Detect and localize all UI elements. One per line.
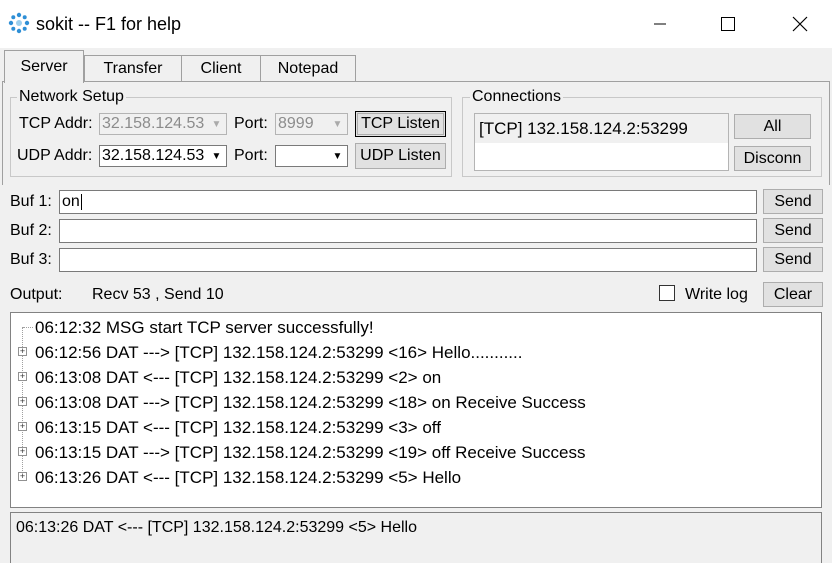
- buf2-label: Buf 2:: [10, 222, 52, 239]
- expand-icon[interactable]: +: [18, 447, 27, 456]
- tcp-addr-label: TCP Addr:: [19, 115, 93, 132]
- detail-box[interactable]: 06:13:26 DAT <--- [TCP] 132.158.124.2:53…: [10, 512, 822, 563]
- buf1-label: Buf 1:: [10, 193, 52, 210]
- tree-row[interactable]: 06:13:08 DAT <--- [TCP] 132.158.124.2:53…: [35, 365, 441, 390]
- buf3-send-button[interactable]: Send: [763, 247, 823, 272]
- connections-label: Connections: [470, 88, 563, 106]
- log-text: 06:13:15 DAT ---> [TCP] 132.158.124.2:53…: [35, 442, 586, 462]
- tcp-port-label: Port:: [234, 115, 268, 132]
- maximize-button[interactable]: [696, 0, 760, 48]
- all-button[interactable]: All: [734, 114, 811, 139]
- expand-icon[interactable]: +: [18, 372, 27, 381]
- tree-row[interactable]: 06:13:15 DAT ---> [TCP] 132.158.124.2:53…: [35, 440, 585, 465]
- expand-icon[interactable]: +: [18, 347, 27, 356]
- expand-icon[interactable]: +: [18, 472, 27, 481]
- log-text: 06:13:08 DAT <--- [TCP] 132.158.124.2:53…: [35, 367, 442, 387]
- close-icon: [792, 16, 808, 32]
- udp-addr-value: 32.158.124.53: [102, 147, 205, 164]
- disconn-button[interactable]: Disconn: [734, 146, 811, 171]
- tab-label: Transfer: [103, 60, 163, 77]
- buf1-send-button[interactable]: Send: [763, 189, 823, 214]
- tree-row[interactable]: 06:13:08 DAT ---> [TCP] 132.158.124.2:53…: [35, 390, 586, 415]
- tab-label: Server: [20, 58, 68, 75]
- buf3-input[interactable]: [59, 248, 757, 272]
- buf3-label: Buf 3:: [10, 251, 52, 268]
- tcp-port-value: 8999: [278, 115, 314, 132]
- tab-server[interactable]: Server: [4, 50, 84, 83]
- udp-port-label: Port:: [234, 147, 268, 164]
- tab-label: Notepad: [277, 60, 339, 77]
- buf2-input[interactable]: [59, 219, 757, 243]
- buf1-input[interactable]: on: [59, 190, 757, 214]
- tcp-port-combo[interactable]: 8999 ▼: [275, 113, 348, 135]
- tab-notepad[interactable]: Notepad: [260, 55, 356, 82]
- tab-label: Client: [200, 60, 242, 77]
- tcp-addr-combo[interactable]: 32.158.124.53 ▼: [99, 113, 227, 135]
- expand-icon[interactable]: +: [18, 397, 27, 406]
- write-log-label[interactable]: Write log: [685, 286, 748, 304]
- minimize-icon: [654, 23, 666, 25]
- tree-row[interactable]: 06:12:56 DAT ---> [TCP] 132.158.124.2:53…: [35, 340, 522, 365]
- log-text: 06:12:56 DAT ---> [TCP] 132.158.124.2:53…: [35, 342, 523, 362]
- detail-text: 06:13:26 DAT <--- [TCP] 132.158.124.2:53…: [16, 519, 417, 536]
- app-icon: [8, 12, 30, 34]
- log-text: 06:13:15 DAT <--- [TCP] 132.158.124.2:53…: [35, 417, 441, 437]
- udp-addr-combo[interactable]: 32.158.124.53 ▼: [99, 145, 227, 167]
- output-log-tree[interactable]: 06:12:32 MSG start TCP server successful…: [10, 312, 822, 508]
- write-log-checkbox[interactable]: [659, 285, 675, 301]
- log-text: 06:13:08 DAT ---> [TCP] 132.158.124.2:53…: [35, 392, 586, 412]
- tcp-listen-button[interactable]: TCP Listen: [355, 111, 446, 137]
- text-caret: [80, 194, 82, 210]
- list-item[interactable]: [TCP] 132.158.124.2:53299: [475, 114, 728, 143]
- clear-button[interactable]: Clear: [763, 282, 823, 307]
- chevron-down-icon[interactable]: ▼: [329, 115, 346, 133]
- output-label: Output:: [10, 286, 63, 303]
- network-setup-label: Network Setup: [17, 88, 126, 106]
- minimize-button[interactable]: [628, 0, 692, 48]
- output-stats: Recv 53 , Send 10: [92, 286, 224, 303]
- tree-row[interactable]: 06:13:15 DAT <--- [TCP] 132.158.124.2:53…: [35, 415, 441, 440]
- window-title: sokit -- F1 for help: [36, 14, 182, 34]
- log-text: 06:12:32 MSG start TCP server successful…: [35, 317, 374, 337]
- tree-row[interactable]: 06:13:26 DAT <--- [TCP] 132.158.124.2:53…: [35, 465, 461, 490]
- buf1-value: on: [62, 193, 80, 210]
- udp-listen-button[interactable]: UDP Listen: [355, 143, 446, 169]
- connections-list[interactable]: [TCP] 132.158.124.2:53299: [474, 113, 729, 171]
- log-text: 06:13:26 DAT <--- [TCP] 132.158.124.2:53…: [35, 467, 462, 487]
- udp-addr-label: UDP Addr:: [17, 147, 93, 164]
- close-button[interactable]: [768, 0, 832, 48]
- buf2-send-button[interactable]: Send: [763, 218, 823, 243]
- tree-row[interactable]: 06:12:32 MSG start TCP server successful…: [35, 315, 374, 340]
- maximize-icon: [721, 17, 735, 31]
- tree-connector-line: [23, 327, 33, 328]
- expand-icon[interactable]: +: [18, 422, 27, 431]
- udp-port-combo[interactable]: ▼: [275, 145, 348, 167]
- chevron-down-icon[interactable]: ▼: [208, 115, 225, 133]
- tcp-addr-value: 32.158.124.53: [102, 115, 205, 132]
- chevron-down-icon[interactable]: ▼: [329, 147, 346, 165]
- tab-client[interactable]: Client: [181, 55, 261, 82]
- chevron-down-icon[interactable]: ▼: [208, 147, 225, 165]
- tab-transfer[interactable]: Transfer: [84, 55, 182, 82]
